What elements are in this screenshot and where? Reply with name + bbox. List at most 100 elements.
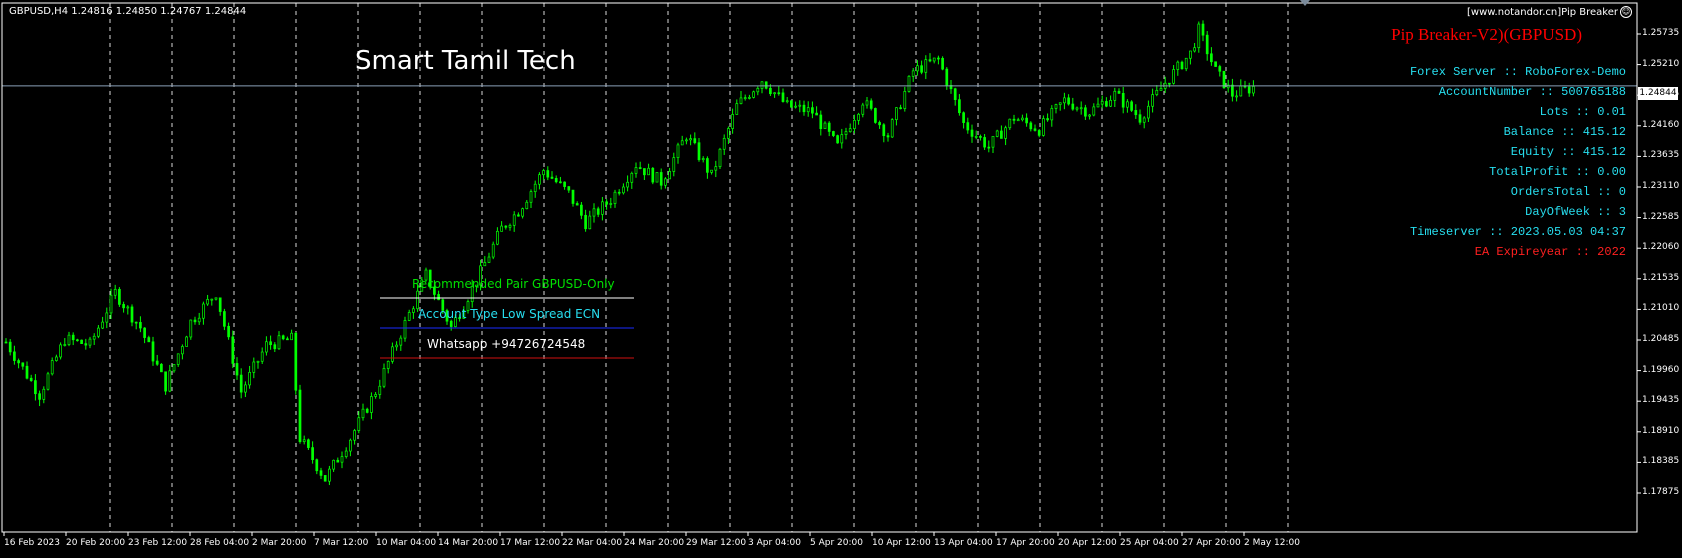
candle-body [676,144,680,158]
candle-body [559,181,562,184]
info-row: DayOfWeek :: 3 [1525,205,1626,219]
price-tick-label: 1.25210 [1642,58,1680,69]
candle-body [412,308,415,313]
candle-body [941,57,944,70]
candle-body [235,363,239,376]
candle-body [1000,130,1003,139]
candle-body [748,97,751,99]
candle-body [1252,86,1255,94]
candle-body [113,288,117,296]
candle-body [1193,47,1196,52]
candle-body [164,371,167,392]
candle-body [1134,110,1138,116]
candle-body [8,341,12,353]
candle-body [34,380,37,395]
candle-body [895,107,898,120]
candle-body [307,439,310,448]
candle-body [752,91,755,98]
candle-body [806,107,810,113]
candle-body [273,344,277,350]
time-tick-label: 28 Feb 04:00 [190,538,250,548]
candle-body [601,201,604,215]
candle-body [370,396,373,413]
candle-body [983,137,986,148]
candle-body [1058,102,1062,105]
time-tick-label: 14 Mar 20:00 [438,538,499,548]
candle-body [1004,127,1007,139]
candle-body [1189,50,1192,59]
candle-body [181,346,184,355]
account-type-label: Account Type Low Spread ECN [418,307,601,321]
candle-body [504,225,508,228]
candle-body [378,385,382,395]
candle-body [798,104,802,107]
info-row: OrdersTotal :: 0 [1510,185,1626,199]
candle-body [491,243,495,258]
candle-body [46,373,50,390]
info-row: Timeserver :: 2023.05.03 04:37 [1409,225,1626,239]
chart-shift-marker[interactable] [1300,0,1310,6]
time-tick-label: 27 Apr 20:00 [1182,538,1241,548]
candle-body [1121,93,1125,108]
time-tick-label: 24 Mar 20:00 [624,538,685,548]
price-tick-label: 1.24160 [1642,119,1680,130]
candle-body [647,167,650,176]
candle-body [517,214,520,217]
candle-body [437,294,440,301]
info-row: Equity :: 415.12 [1510,145,1626,159]
candle-body [773,92,776,95]
price-tick-label: 1.18910 [1642,425,1680,436]
time-tick-label: 17 Mar 12:00 [500,538,561,548]
time-tick-label: 13 Apr 04:00 [934,538,993,548]
chart-window[interactable]: GBPUSD,H4 1.24816 1.24850 1.24767 1.2484… [0,0,1682,558]
candle-body [134,321,138,324]
candle-body [67,334,71,345]
candle-body [567,186,571,191]
candle-body [1231,84,1234,97]
candle-body [202,303,205,319]
candle-body [449,320,453,327]
candle-body [508,224,512,228]
candle-body [302,439,306,442]
price-tick-label: 1.21010 [1642,303,1680,314]
candle-body [21,362,25,367]
candle-body [391,346,394,362]
candle-body [1067,97,1070,105]
candle-body [1079,107,1083,110]
candle-body [622,186,625,194]
candle-body [911,70,915,77]
time-tick-label: 10 Apr 12:00 [872,538,931,548]
account-info-panel: Forex Server :: RoboForex-Demo AccountNum… [1410,62,1626,262]
candle-body [1210,53,1213,63]
candle-body [836,135,839,144]
candle-body [42,388,46,400]
watermark-text: Smart Tamil Tech [355,46,576,76]
candle-body [193,319,197,323]
price-tick-label: 1.17875 [1642,487,1680,497]
candle-body [122,304,125,309]
candle-body [920,65,923,73]
candle-body [1222,70,1226,89]
candle-body [1037,130,1041,136]
candle-body [550,176,554,179]
candle-body [840,134,844,144]
candle-body [706,158,709,173]
price-tick-label: 1.22060 [1642,242,1680,253]
candle-body [1142,117,1146,123]
candle-body [609,203,613,205]
candle-body [689,138,692,141]
candle-body [395,344,398,348]
candle-body [865,100,869,106]
candle-body [1176,61,1180,70]
candle-body [1088,114,1091,117]
candle-body [290,332,293,341]
candle-body [664,178,667,186]
candle-body [227,325,230,338]
candle-body [1218,66,1222,72]
candle-body [17,360,20,364]
price-tick-label: 1.25735 [1642,28,1680,38]
candle-body [966,122,970,131]
candle-body [1184,57,1188,70]
candle-body [130,306,134,323]
candle-body [248,372,251,386]
